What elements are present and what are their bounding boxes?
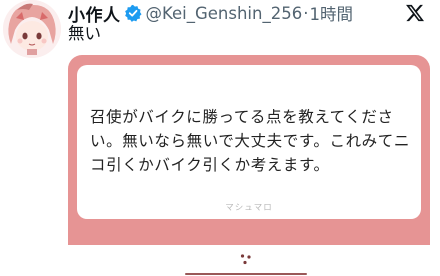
author-handle[interactable]: @Kei_Genshin_256 <box>146 4 303 23</box>
author-avatar[interactable] <box>3 0 61 58</box>
author-name[interactable]: 小作人 <box>68 1 121 26</box>
brand-label: マシュマロ <box>225 203 273 213</box>
post-time[interactable]: 1時間 <box>309 1 353 25</box>
meta-separator: · <box>303 3 309 23</box>
x-logo-icon[interactable] <box>405 3 425 23</box>
marshmallow-card[interactable]: 召使がバイクに勝ってる点を教えてください。無いなら無いで大丈夫です。これみてニコ… <box>68 55 430 275</box>
question-message: 召使がバイクに勝ってる点を教えてください。無いなら無いで大丈夫です。これみてニコ… <box>90 108 410 174</box>
message-box: 召使がバイクに勝ってる点を教えてください。無いなら無いで大丈夫です。これみてニコ… <box>77 65 421 219</box>
mascot-mouth-line <box>185 273 307 275</box>
tweet-header: 小作人 @Kei_Genshin_256 · 1時間 <box>68 0 353 26</box>
dice-icon <box>233 246 259 272</box>
tweet-text: 無い <box>68 24 101 43</box>
verified-badge-icon <box>124 4 142 22</box>
